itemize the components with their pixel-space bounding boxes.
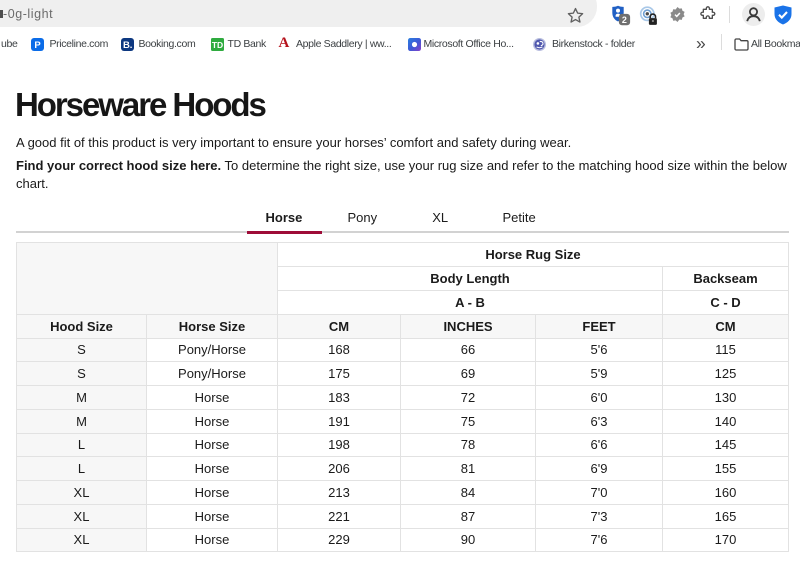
svg-text:TD: TD — [211, 39, 222, 49]
svg-text:P: P — [34, 40, 41, 51]
svg-text:2: 2 — [621, 15, 626, 25]
svg-text:B.: B. — [123, 40, 133, 51]
